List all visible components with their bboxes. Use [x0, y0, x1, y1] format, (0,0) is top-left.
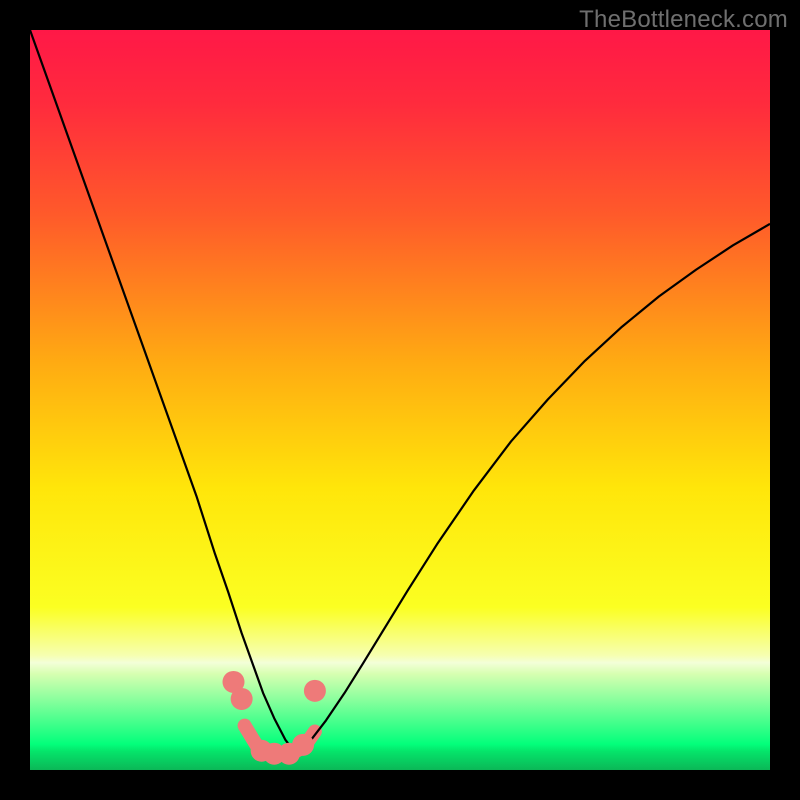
data-point: [304, 680, 326, 702]
data-point: [231, 688, 253, 710]
chart-frame: TheBottleneck.com: [0, 0, 800, 800]
data-point: [292, 734, 314, 756]
watermark-text: TheBottleneck.com: [579, 6, 788, 34]
plot-area: [30, 30, 770, 770]
gradient-background: [30, 30, 770, 770]
chart-svg: [30, 30, 770, 770]
